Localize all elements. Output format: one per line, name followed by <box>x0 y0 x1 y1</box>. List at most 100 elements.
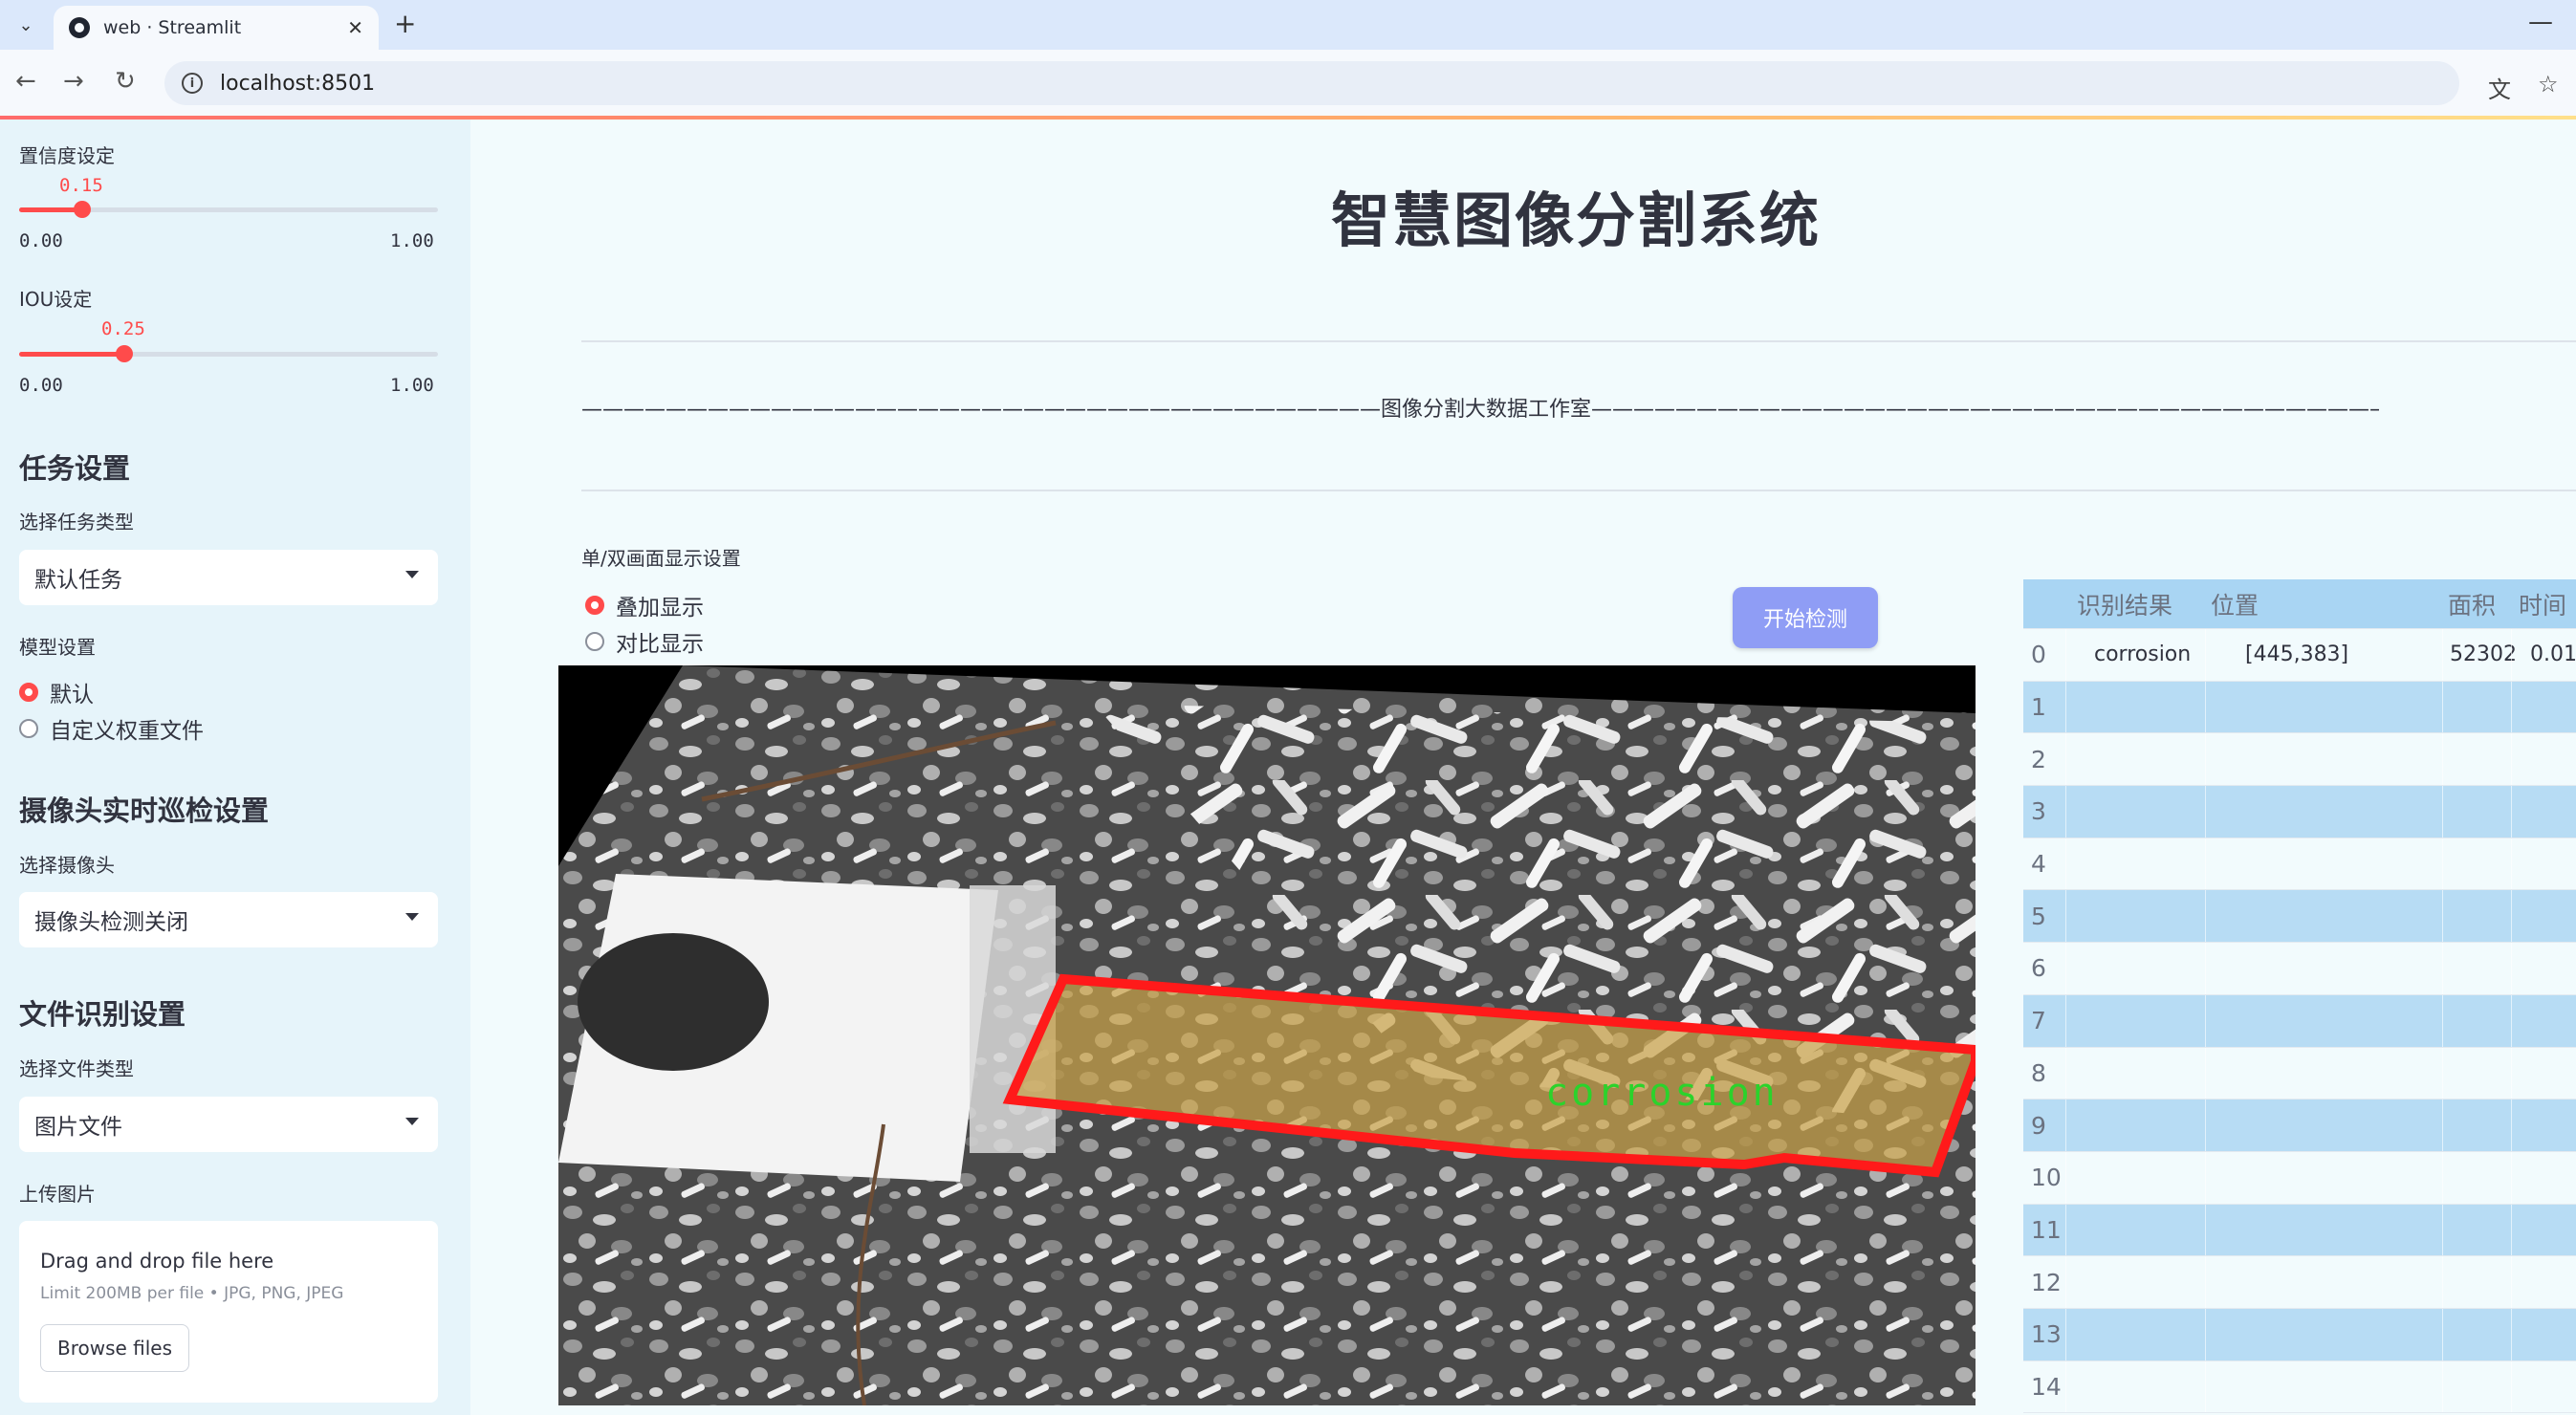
row-index: 11 <box>2031 1215 2062 1244</box>
table-row[interactable]: 7 <box>2023 994 2576 1048</box>
table-row[interactable]: 12 <box>2023 1256 2576 1309</box>
site-info-icon[interactable]: i <box>182 73 203 94</box>
column-separator <box>2442 1047 2443 1099</box>
task-section-title: 任务设置 <box>19 452 131 485</box>
camera-select[interactable]: 摄像头检测关闭 <box>19 892 438 947</box>
iou-slider-fill <box>19 352 124 357</box>
column-separator <box>2511 1361 2512 1413</box>
column-separator <box>2511 1151 2512 1204</box>
column-separator <box>2442 629 2443 681</box>
row-index: 0 <box>2031 641 2046 669</box>
column-separator <box>2205 1361 2206 1413</box>
table-row[interactable]: 5 <box>2023 890 2576 944</box>
row-index: 3 <box>2031 797 2046 826</box>
column-separator <box>2442 994 2443 1047</box>
model-option-default[interactable]: 默认 <box>19 676 94 708</box>
results-table[interactable]: 识别结果 位置 面积 时间 0 corrosion [445,383] 52302 0.… <box>2023 579 2576 1414</box>
column-separator <box>2442 890 2443 943</box>
chevron-down-icon <box>405 1118 419 1125</box>
table-row[interactable]: 9 <box>2023 1099 2576 1152</box>
column-separator <box>2511 733 2512 786</box>
display-option-label: 叠加显示 <box>616 596 704 620</box>
task-type-select[interactable]: 默认任务 <box>19 550 438 605</box>
model-option-label: 自定义权重文件 <box>50 719 204 744</box>
iou-slider-thumb[interactable] <box>116 345 133 362</box>
display-option-overlay[interactable]: 叠加显示 <box>585 589 704 621</box>
row-index: 14 <box>2031 1372 2062 1401</box>
table-row[interactable]: 14 <box>2023 1361 2576 1414</box>
table-row[interactable]: 4 <box>2023 838 2576 891</box>
chevron-down-icon <box>405 913 419 921</box>
translate-icon[interactable]: 文 <box>2488 71 2511 104</box>
display-option-compare[interactable]: 对比显示 <box>585 625 704 658</box>
new-tab-plus-icon[interactable]: + <box>394 8 416 39</box>
cell-area: 52302 <box>2450 642 2517 667</box>
table-row[interactable]: 1 <box>2023 681 2576 734</box>
table-row[interactable]: 0 corrosion [445,383] 52302 0.01 <box>2023 629 2576 682</box>
page-title: 智慧图像分割系统 <box>1331 185 1822 255</box>
file-uploader-dropzone[interactable]: Drag and drop file here Limit 200MB per … <box>19 1221 438 1403</box>
confidence-slider[interactable] <box>19 201 438 218</box>
confidence-slider-thumb[interactable] <box>74 201 91 218</box>
table-row[interactable]: 11 <box>2023 1204 2576 1257</box>
column-separator <box>2065 994 2066 1047</box>
back-arrow-icon[interactable]: ← <box>15 67 36 96</box>
column-header-area[interactable]: 面积 <box>2448 579 2496 628</box>
display-option-label: 对比显示 <box>616 632 704 657</box>
column-separator <box>2065 733 2066 786</box>
radio-unselected-icon[interactable] <box>585 632 604 651</box>
model-option-custom[interactable]: 自定义权重文件 <box>19 712 204 745</box>
table-row[interactable]: 8 <box>2023 1047 2576 1100</box>
iou-slider[interactable] <box>19 345 438 362</box>
window-minimize-icon[interactable]: — <box>2528 8 2553 36</box>
table-row[interactable]: 3 <box>2023 786 2576 838</box>
reload-icon[interactable]: ↻ <box>115 67 136 96</box>
url-field[interactable]: i localhost:8501 <box>164 61 2459 105</box>
cell-result: corrosion <box>2094 642 2192 667</box>
chevron-down-icon <box>405 571 419 578</box>
file-type-select[interactable]: 图片文件 <box>19 1097 438 1152</box>
table-header-row: 识别结果 位置 面积 时间 <box>2023 579 2576 629</box>
url-text: localhost:8501 <box>220 71 376 96</box>
column-separator <box>2065 890 2066 943</box>
iou-value: 0.25 <box>101 318 145 339</box>
browse-files-button[interactable]: Browse files <box>40 1324 189 1372</box>
table-row[interactable]: 13 <box>2023 1308 2576 1361</box>
file-type-selected: 图片文件 <box>34 1115 122 1140</box>
browser-tab[interactable]: web · Streamlit ✕ <box>54 6 379 50</box>
column-separator <box>2511 1204 2512 1256</box>
divider-top <box>581 340 2576 342</box>
radio-selected-icon[interactable] <box>585 596 604 615</box>
column-separator <box>2511 1256 2512 1308</box>
column-header-position[interactable]: 位置 <box>2211 579 2259 628</box>
column-separator <box>2065 1151 2066 1204</box>
tab-close-icon[interactable]: ✕ <box>347 16 363 39</box>
column-separator <box>2065 1256 2066 1308</box>
column-separator <box>2511 890 2512 943</box>
column-separator <box>2065 1308 2066 1361</box>
column-separator <box>2442 1204 2443 1256</box>
table-row[interactable]: 6 <box>2023 943 2576 995</box>
column-separator <box>2065 1204 2066 1256</box>
table-row[interactable]: 2 <box>2023 733 2576 787</box>
table-row[interactable]: 10 <box>2023 1151 2576 1205</box>
forward-arrow-icon[interactable]: → <box>63 67 84 96</box>
column-separator <box>2442 1099 2443 1151</box>
column-separator <box>2511 1308 2512 1361</box>
column-separator <box>2511 1099 2512 1151</box>
bookmark-star-icon[interactable]: ☆ <box>2538 71 2559 98</box>
column-separator <box>2442 786 2443 838</box>
column-header-time[interactable]: 时间 <box>2519 579 2566 628</box>
column-header-result[interactable]: 识别结果 <box>2077 579 2172 628</box>
sidebar: 置信度设定 0.15 0.00 1.00 IOU设定 0.25 0.00 1.0… <box>0 120 470 1415</box>
column-separator <box>2511 1047 2512 1099</box>
tab-search-chevron-icon[interactable]: ⌄ <box>10 10 42 40</box>
row-index: 4 <box>2031 850 2046 879</box>
radio-selected-icon[interactable] <box>19 683 38 702</box>
row-index: 6 <box>2031 954 2046 983</box>
start-detection-button[interactable]: 开始检测 <box>1733 587 1878 648</box>
row-index: 2 <box>2031 745 2046 773</box>
radio-unselected-icon[interactable] <box>19 719 38 738</box>
column-separator <box>2205 786 2206 838</box>
upload-label: 上传图片 <box>19 1183 96 1206</box>
